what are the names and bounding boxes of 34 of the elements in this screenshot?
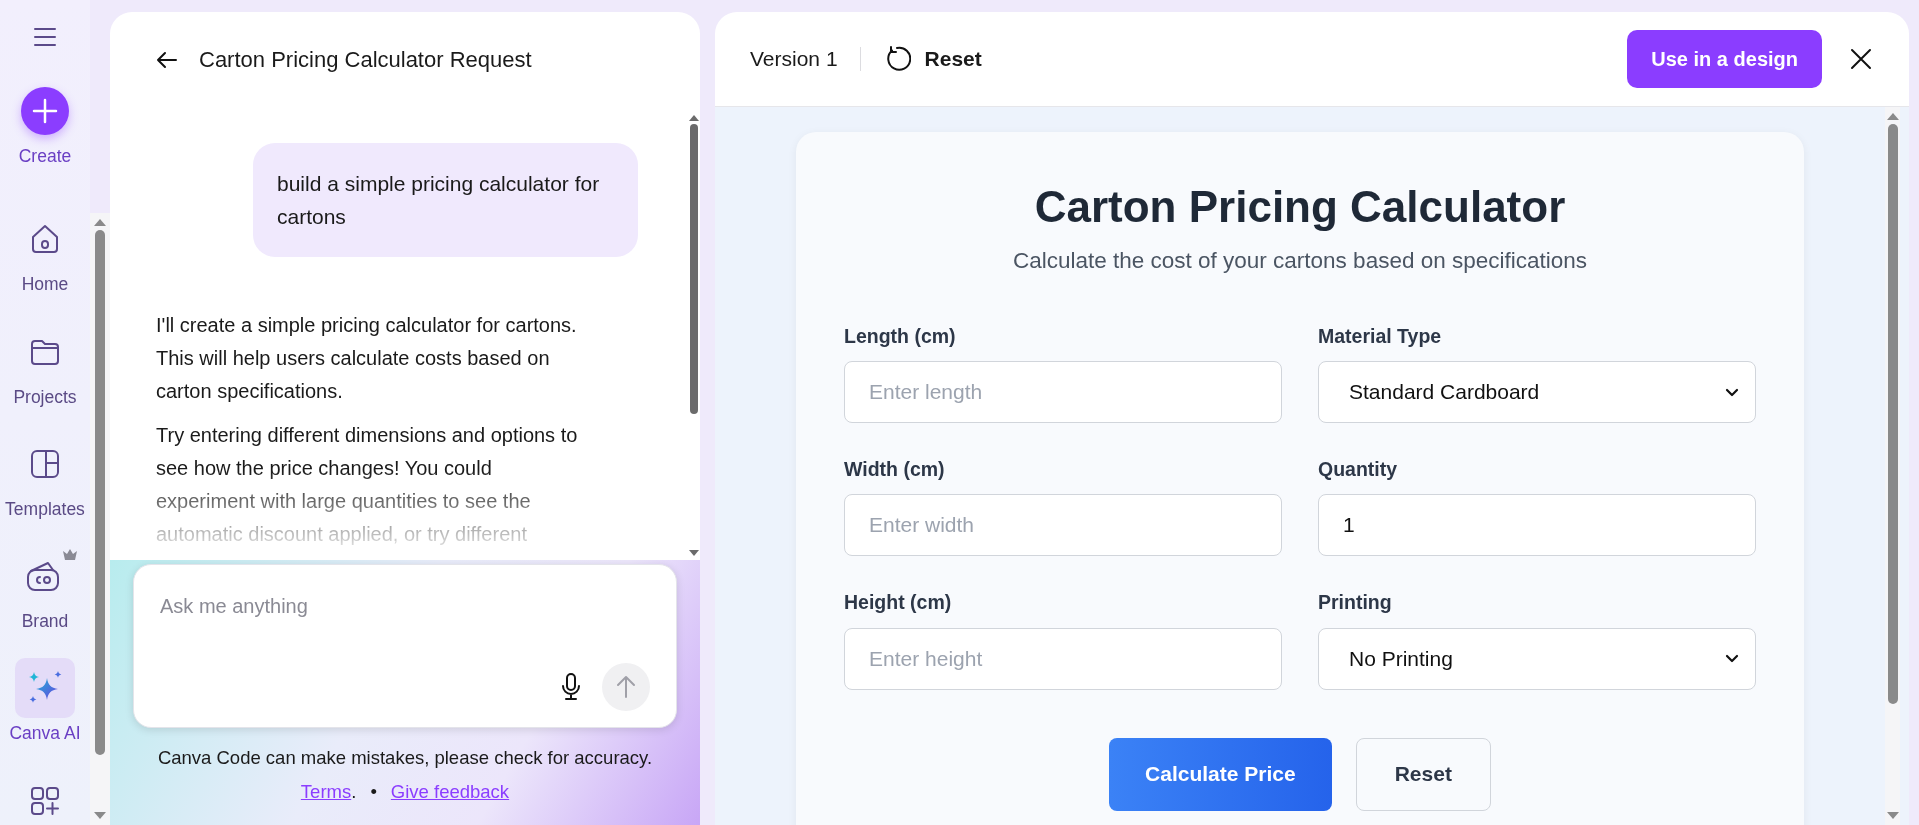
- field-label: Width (cm): [844, 457, 946, 482]
- dropdown[interactable]: Standard Cardboard: [1318, 361, 1756, 423]
- input-field[interactable]: Enter length: [844, 361, 1282, 423]
- sidebar-item[interactable]: Canva AI: [0, 658, 90, 747]
- version-label: Version 1: [750, 46, 838, 73]
- footer-link[interactable]: Terms: [300, 777, 352, 806]
- input-field[interactable]: Enter width: [844, 494, 1282, 557]
- calculate-button[interactable]: Calculate Price: [1109, 737, 1332, 811]
- message-text: I'll create a simple pricing calculator for cartons. This will help users calculate costs based on carton specifications.: [156, 313, 578, 404]
- use-in-design-button[interactable]: Use in a design: [1627, 30, 1822, 88]
- field-label: Printing: [1318, 590, 1393, 616]
- field-label: Material Type: [1318, 323, 1443, 349]
- message-text: build a simple pricing calculator for cartons: [277, 171, 601, 230]
- dropdown[interactable]: No Printing: [1318, 627, 1756, 690]
- calculator-title: Carton Pricing Calculator: [1034, 181, 1566, 233]
- sidebar-item[interactable]: Templates: [0, 433, 90, 522]
- field-label: Quantity: [1318, 457, 1399, 482]
- input-field[interactable]: 1: [1318, 494, 1756, 557]
- chat-title: Carton Pricing Calculator Request: [199, 46, 532, 74]
- reset-button[interactable]: Reset: [1355, 737, 1491, 811]
- input-field[interactable]: Ask me anything: [160, 591, 650, 621]
- reset-button[interactable]: Reset: [882, 43, 982, 75]
- message-text: Try entering different dimensions and options to see how the price changes! You could experiment with large quantities to see the automatic discount applied, or try different: [156, 423, 579, 547]
- footer-link[interactable]: Give feedback: [390, 777, 510, 806]
- field-label: Length (cm): [844, 323, 957, 349]
- field-label: Height (cm): [844, 590, 953, 616]
- sidebar-item[interactable]: Projects: [0, 321, 90, 410]
- disclaimer-text: Canva Code can make mistakes, please check for accuracy.: [157, 746, 653, 770]
- punctuation-text: .: [351, 779, 357, 804]
- calculator-subtitle: Calculate the cost of your cartons based on specifications: [1012, 247, 1588, 275]
- input-field[interactable]: Enter height: [844, 627, 1282, 690]
- sidebar-item[interactable]: Home: [0, 209, 90, 298]
- sidebar-item[interactable]: Brand: [0, 546, 90, 635]
- separator-dot: •: [370, 779, 377, 804]
